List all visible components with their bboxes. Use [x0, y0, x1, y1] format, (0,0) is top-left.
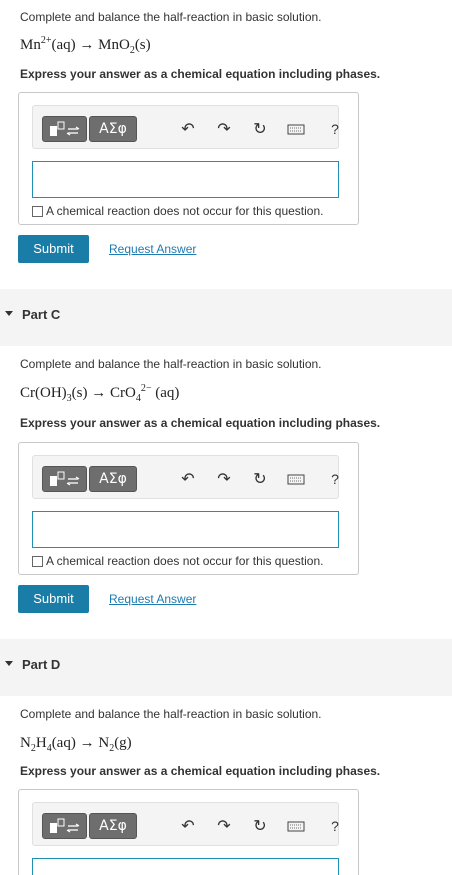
no-reaction-checkbox[interactable] [32, 205, 43, 217]
part-c-answer-box: ΑΣφ ↶ ↷ ↻ ? A chemical reaction does not… [18, 442, 359, 575]
keyboard-icon[interactable] [286, 118, 306, 140]
request-answer-link[interactable]: Request Answer [109, 592, 196, 606]
part-d-answer-box: ΑΣφ ↶ ↷ ↻ ? [18, 789, 359, 875]
help-icon[interactable]: ? [325, 468, 345, 490]
math-toolbar: ΑΣφ ↶ ↷ ↻ ? [32, 455, 339, 499]
request-answer-link[interactable]: Request Answer [109, 242, 196, 256]
reset-icon[interactable]: ↻ [250, 468, 270, 490]
no-reaction-checkbox[interactable] [32, 555, 43, 567]
no-reaction-label: A chemical reaction does not occur for t… [46, 554, 324, 568]
greek-symbols-button[interactable]: ΑΣφ [89, 466, 137, 492]
answer-input[interactable] [32, 161, 339, 198]
no-reaction-checkbox-row[interactable]: A chemical reaction does not occur for t… [32, 204, 323, 218]
templates-button[interactable] [42, 813, 87, 839]
part-c-prompt: Complete and balance the half-reaction i… [20, 357, 322, 371]
keyboard-icon[interactable] [286, 815, 306, 837]
part-d-instruction: Express your answer as a chemical equati… [20, 764, 381, 778]
no-reaction-checkbox-row[interactable]: A chemical reaction does not occur for t… [32, 554, 323, 568]
help-icon[interactable]: ? [325, 815, 345, 837]
part-b-answer-box: ΑΣφ ↶ ↷ ↻ ? A chemical reaction does not… [18, 92, 359, 225]
help-icon[interactable]: ? [325, 118, 345, 140]
part-c-instruction: Express your answer as a chemical equati… [20, 416, 381, 430]
part-c-header[interactable]: Part C [0, 289, 452, 346]
templates-icon [50, 471, 80, 486]
templates-button[interactable] [42, 466, 87, 492]
undo-icon[interactable]: ↶ [178, 468, 198, 490]
part-c-title: Part C [22, 307, 61, 322]
undo-icon[interactable]: ↶ [178, 815, 198, 837]
part-b-prompt: Complete and balance the half-reaction i… [20, 10, 322, 24]
part-b-equation: Mn2+(aq) → MnO2(s) [20, 35, 151, 56]
greek-symbols-button[interactable]: ΑΣφ [89, 813, 137, 839]
templates-icon [50, 121, 80, 136]
part-b-instruction: Express your answer as a chemical equati… [20, 67, 381, 81]
math-toolbar: ΑΣφ ↶ ↷ ↻ ? [32, 802, 339, 846]
undo-icon[interactable]: ↶ [178, 118, 198, 140]
submit-button[interactable]: Submit [18, 235, 89, 263]
templates-button[interactable] [42, 116, 87, 142]
reset-icon[interactable]: ↻ [250, 815, 270, 837]
templates-icon [50, 818, 80, 833]
part-c-equation: Cr(OH)3(s) → CrO42− (aq) [20, 383, 180, 404]
chevron-down-icon [5, 661, 13, 666]
math-toolbar: ΑΣφ ↶ ↷ ↻ ? [32, 105, 339, 149]
keyboard-icon[interactable] [286, 468, 306, 490]
answer-input[interactable] [32, 858, 339, 875]
part-c-section: Complete and balance the half-reaction i… [0, 346, 452, 636]
part-d-header[interactable]: Part D [0, 639, 452, 696]
no-reaction-label: A chemical reaction does not occur for t… [46, 204, 324, 218]
part-d-title: Part D [22, 657, 61, 672]
part-d-equation: N2H4(aq) → N2(g) [20, 735, 132, 754]
redo-icon[interactable]: ↷ [214, 118, 234, 140]
reset-icon[interactable]: ↻ [250, 118, 270, 140]
chevron-down-icon [5, 311, 13, 316]
submit-button[interactable]: Submit [18, 585, 89, 613]
part-b-section: Complete and balance the half-reaction i… [0, 0, 452, 290]
redo-icon[interactable]: ↷ [214, 815, 234, 837]
part-d-prompt: Complete and balance the half-reaction i… [20, 707, 322, 721]
answer-input[interactable] [32, 511, 339, 548]
part-d-section: Complete and balance the half-reaction i… [0, 696, 452, 875]
greek-symbols-button[interactable]: ΑΣφ [89, 116, 137, 142]
redo-icon[interactable]: ↷ [214, 468, 234, 490]
